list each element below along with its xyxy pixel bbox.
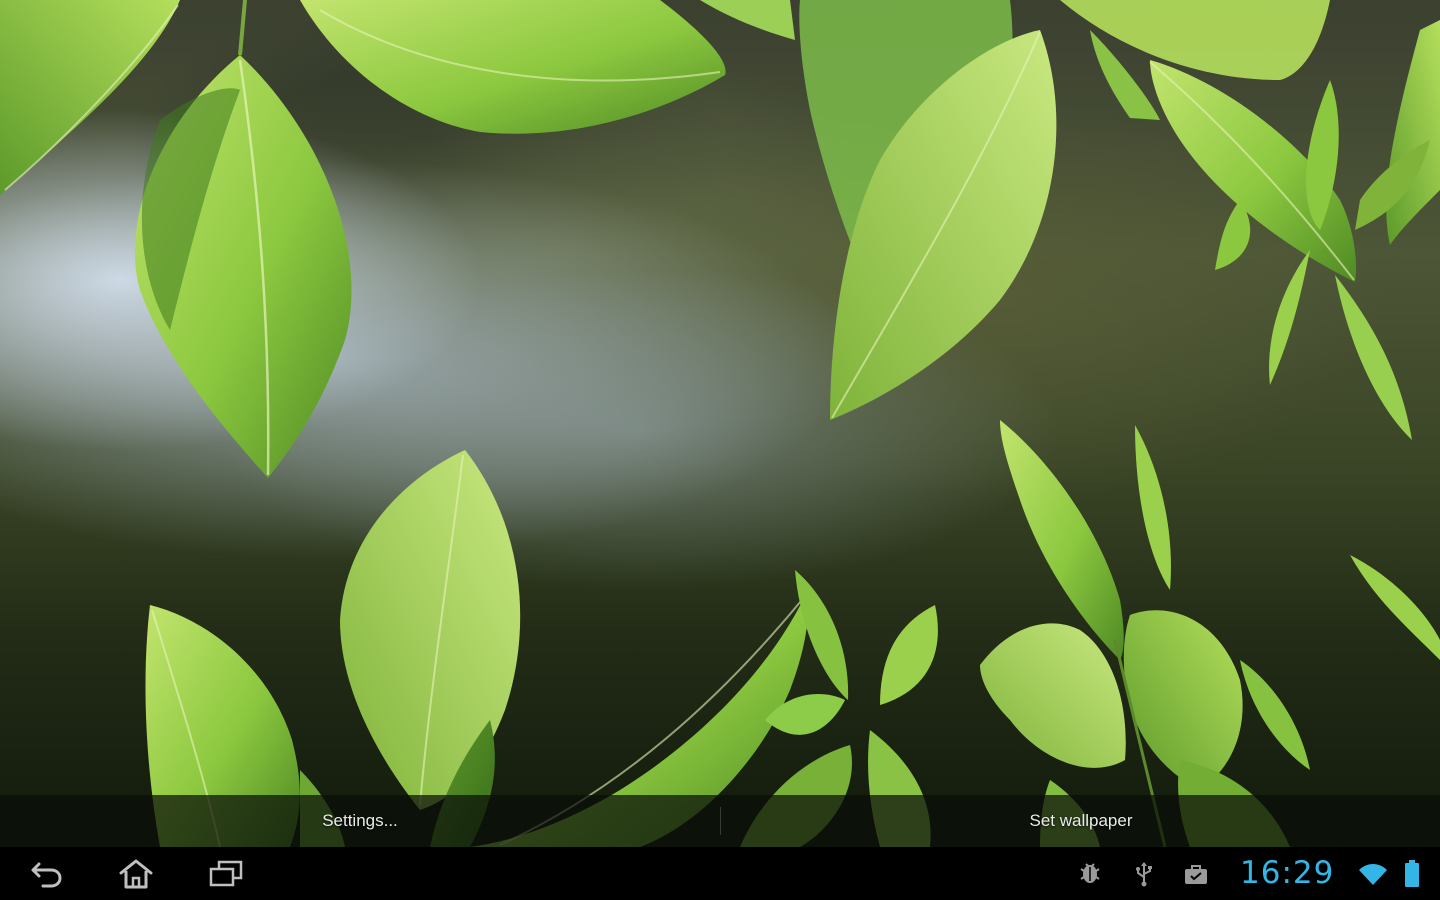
android-debug-status [1076,861,1104,887]
system-bar: 16:29 [0,847,1440,900]
home-icon [119,859,153,889]
set-wallpaper-button[interactable]: Set wallpaper [722,795,1440,847]
wallpaper-preview [0,0,1440,847]
back-button[interactable] [16,855,76,893]
settings-button[interactable]: Settings... [0,795,720,847]
wallpaper-action-bar: Settings... Set wallpaper [0,795,1440,847]
screen: Settings... Set wallpaper 16:29 [0,0,1440,900]
home-button[interactable] [106,855,166,893]
battery-status [1400,860,1424,887]
status-clock: 16:29 [1240,855,1335,891]
recent-apps-button[interactable] [196,855,256,893]
recent-apps-icon [209,860,243,887]
back-icon [31,862,62,888]
battery-icon [1405,860,1419,887]
briefcase-status [1182,861,1210,887]
briefcase-icon [1185,865,1207,884]
usb-icon [1136,862,1152,887]
leaves-illustration [0,0,1440,847]
wifi-status [1356,861,1390,887]
usb-status [1130,861,1158,887]
wifi-icon [1359,864,1387,885]
action-divider [720,807,721,835]
android-debug-icon [1080,863,1100,883]
